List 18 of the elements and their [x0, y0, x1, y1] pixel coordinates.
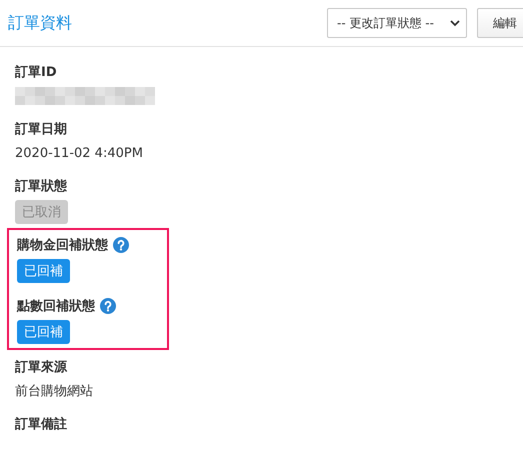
- field-label: 訂單狀態: [15, 178, 67, 195]
- status-badge: 已回補: [17, 259, 70, 283]
- help-icon[interactable]: [113, 237, 129, 253]
- chevron-down-icon: [450, 20, 460, 26]
- field-label: 訂單備註: [15, 416, 67, 433]
- status-badge: 已取消: [15, 200, 68, 224]
- field-label: 購物金回補狀態: [17, 236, 108, 254]
- field-value: 2020-11-02 4:40PM: [15, 146, 143, 160]
- field-label: 訂單日期: [15, 121, 67, 138]
- page-title: 訂單資料: [8, 12, 73, 34]
- field-label: 點數回補狀態: [17, 298, 95, 315]
- status-badge: 已回補: [17, 320, 70, 344]
- field-value: 前台購物網站: [15, 383, 93, 400]
- help-icon[interactable]: [100, 298, 116, 314]
- field-label: 訂單ID: [15, 64, 57, 81]
- field-label: 訂單來源: [15, 359, 67, 376]
- edit-button[interactable]: 編輯: [477, 8, 523, 38]
- status-select[interactable]: -- 更改訂單狀態 --: [327, 8, 467, 38]
